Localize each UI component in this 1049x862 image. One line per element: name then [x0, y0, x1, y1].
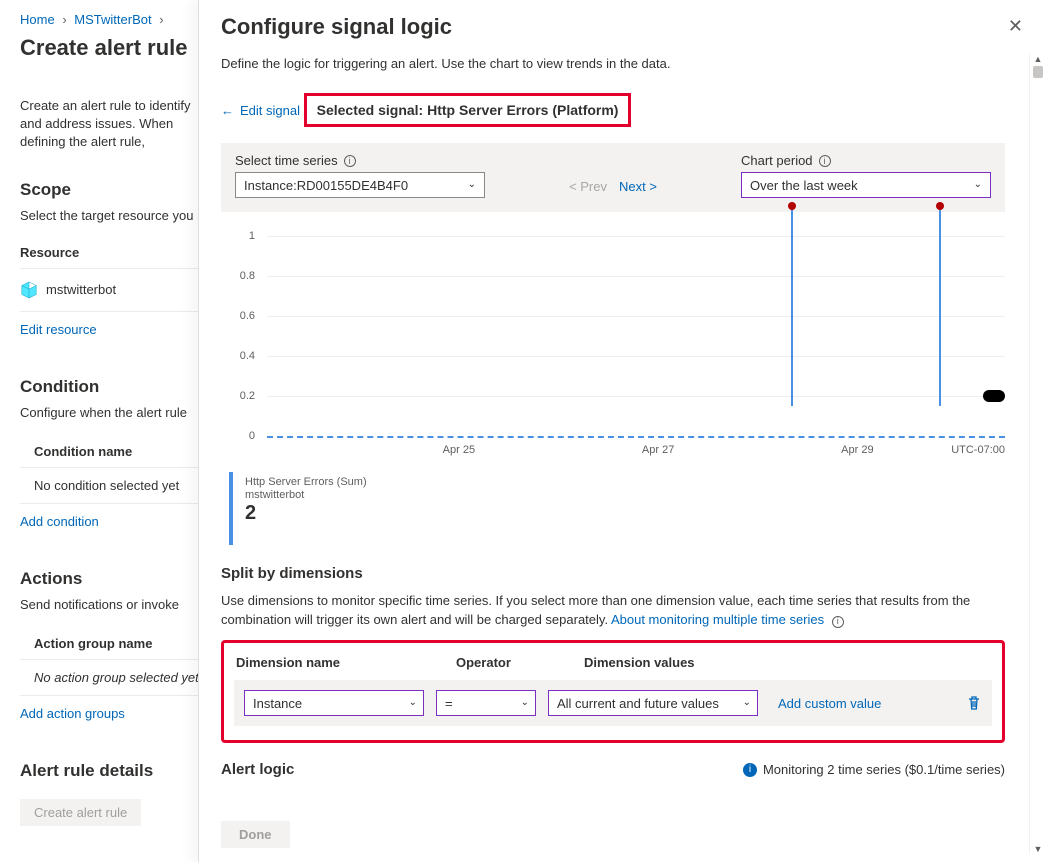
- scroll-down-icon[interactable]: ▼: [1033, 844, 1043, 854]
- chart-toolbar: Select time series i Instance:RD00155DE4…: [221, 143, 1005, 212]
- chart-period-select[interactable]: Over the last week ⌄: [741, 172, 991, 198]
- metric-chart[interactable]: 1 0.8 0.6 0.4 0.2 0: [221, 236, 1005, 466]
- delete-dimension-icon[interactable]: [966, 695, 982, 711]
- scope-heading: Scope: [20, 180, 210, 200]
- done-button[interactable]: Done: [221, 821, 290, 848]
- chevron-down-icon: ⌄: [409, 697, 417, 708]
- info-icon[interactable]: i: [344, 155, 356, 167]
- time-series-label: Select time series i: [235, 153, 485, 168]
- action-group-empty: No action group selected yet: [20, 660, 210, 696]
- timezone-label: UTC-07:00: [951, 444, 1005, 456]
- condition-name-header: Condition name: [20, 434, 210, 468]
- split-dimensions-heading: Split by dimensions: [221, 565, 1005, 582]
- info-icon: i: [743, 763, 757, 777]
- alert-rule-details-heading: Alert rule details: [20, 761, 210, 781]
- chevron-down-icon: ⌄: [468, 179, 476, 190]
- page-description: Create an alert rule to identify and add…: [20, 97, 210, 152]
- operator-select[interactable]: =⌄: [436, 690, 536, 716]
- y-axis: 1 0.8 0.6 0.4 0.2 0: [221, 236, 261, 436]
- scope-sub: Select the target resource you: [20, 208, 210, 223]
- scrollbar-thumb[interactable]: [1033, 66, 1043, 78]
- resource-column-header: Resource: [20, 237, 210, 269]
- next-button[interactable]: Next >: [619, 179, 657, 194]
- chevron-down-icon: ⌄: [521, 697, 529, 708]
- appservice-icon: [20, 281, 38, 299]
- dimension-config-highlight: Dimension name Operator Dimension values…: [221, 640, 1005, 743]
- resource-name: mstwitterbot: [46, 282, 116, 297]
- page-title: Create alert rule: [20, 35, 210, 61]
- condition-sub: Configure when the alert rule: [20, 405, 210, 420]
- scroll-up-icon[interactable]: ▲: [1033, 54, 1043, 64]
- panel-title: Configure signal logic: [221, 14, 452, 40]
- dimension-row: Instance⌄ =⌄ All current and future valu…: [234, 680, 992, 726]
- add-action-groups-link[interactable]: Add action groups: [20, 696, 125, 721]
- about-multiple-time-series-link[interactable]: About monitoring multiple time series: [611, 612, 824, 627]
- info-icon[interactable]: i: [832, 616, 844, 628]
- close-icon[interactable]: ✕: [1004, 14, 1027, 39]
- breadcrumb-home[interactable]: Home: [20, 12, 55, 27]
- legend-value: 2: [245, 502, 367, 525]
- info-icon[interactable]: i: [819, 155, 831, 167]
- condition-heading: Condition: [20, 377, 210, 397]
- chart-tooltip-icon: [983, 390, 1005, 402]
- alert-logic-heading: Alert logic: [221, 761, 294, 778]
- operator-header: Operator: [456, 655, 564, 670]
- breadcrumb: Home › MSTwitterBot ›: [20, 12, 210, 27]
- breadcrumb-app[interactable]: MSTwitterBot: [74, 12, 151, 27]
- resource-row[interactable]: mstwitterbot: [20, 269, 210, 312]
- add-condition-link[interactable]: Add condition: [20, 504, 99, 529]
- prev-button[interactable]: < Prev: [569, 179, 607, 194]
- chart-legend[interactable]: Http Server Errors (Sum) mstwitterbot 2: [229, 472, 1005, 545]
- monitoring-cost-info: i Monitoring 2 time series ($0.1/time se…: [743, 762, 1005, 777]
- panel-scrollbar[interactable]: ▲ ▼: [1029, 54, 1045, 854]
- chevron-down-icon: ⌄: [743, 697, 751, 708]
- add-custom-value-link[interactable]: Add custom value: [778, 696, 881, 711]
- edit-resource-link[interactable]: Edit resource: [20, 312, 97, 337]
- selected-signal-highlight: Selected signal: Http Server Errors (Pla…: [304, 93, 632, 127]
- split-dimensions-desc: Use dimensions to monitor specific time …: [221, 592, 1001, 630]
- create-alert-rule-button[interactable]: Create alert rule: [20, 799, 141, 826]
- arrow-left-icon: ←: [221, 103, 234, 118]
- dimension-name-header: Dimension name: [236, 655, 436, 670]
- chevron-down-icon: ⌄: [974, 179, 982, 190]
- legend-resource: mstwitterbot: [245, 489, 304, 501]
- action-group-header: Action group name: [20, 626, 210, 660]
- panel-description: Define the logic for triggering an alert…: [221, 56, 1005, 71]
- actions-heading: Actions: [20, 569, 210, 589]
- configure-signal-panel: Configure signal logic ✕ Define the logi…: [198, 0, 1049, 862]
- actions-sub: Send notifications or invoke: [20, 597, 210, 612]
- condition-empty: No condition selected yet: [20, 468, 210, 504]
- chart-period-label: Chart period i: [741, 153, 991, 168]
- dimension-values-select[interactable]: All current and future values⌄: [548, 690, 758, 716]
- legend-metric: Http Server Errors (Sum): [245, 476, 367, 488]
- time-series-select[interactable]: Instance:RD00155DE4B4F0 ⌄: [235, 172, 485, 198]
- selected-signal-label: Selected signal: Http Server Errors (Pla…: [317, 102, 619, 118]
- create-alert-page: Home › MSTwitterBot › Create alert rule …: [0, 0, 210, 862]
- dimension-values-header: Dimension values: [584, 655, 794, 670]
- edit-signal-link[interactable]: ← Edit signal: [221, 103, 300, 118]
- dimension-name-select[interactable]: Instance⌄: [244, 690, 424, 716]
